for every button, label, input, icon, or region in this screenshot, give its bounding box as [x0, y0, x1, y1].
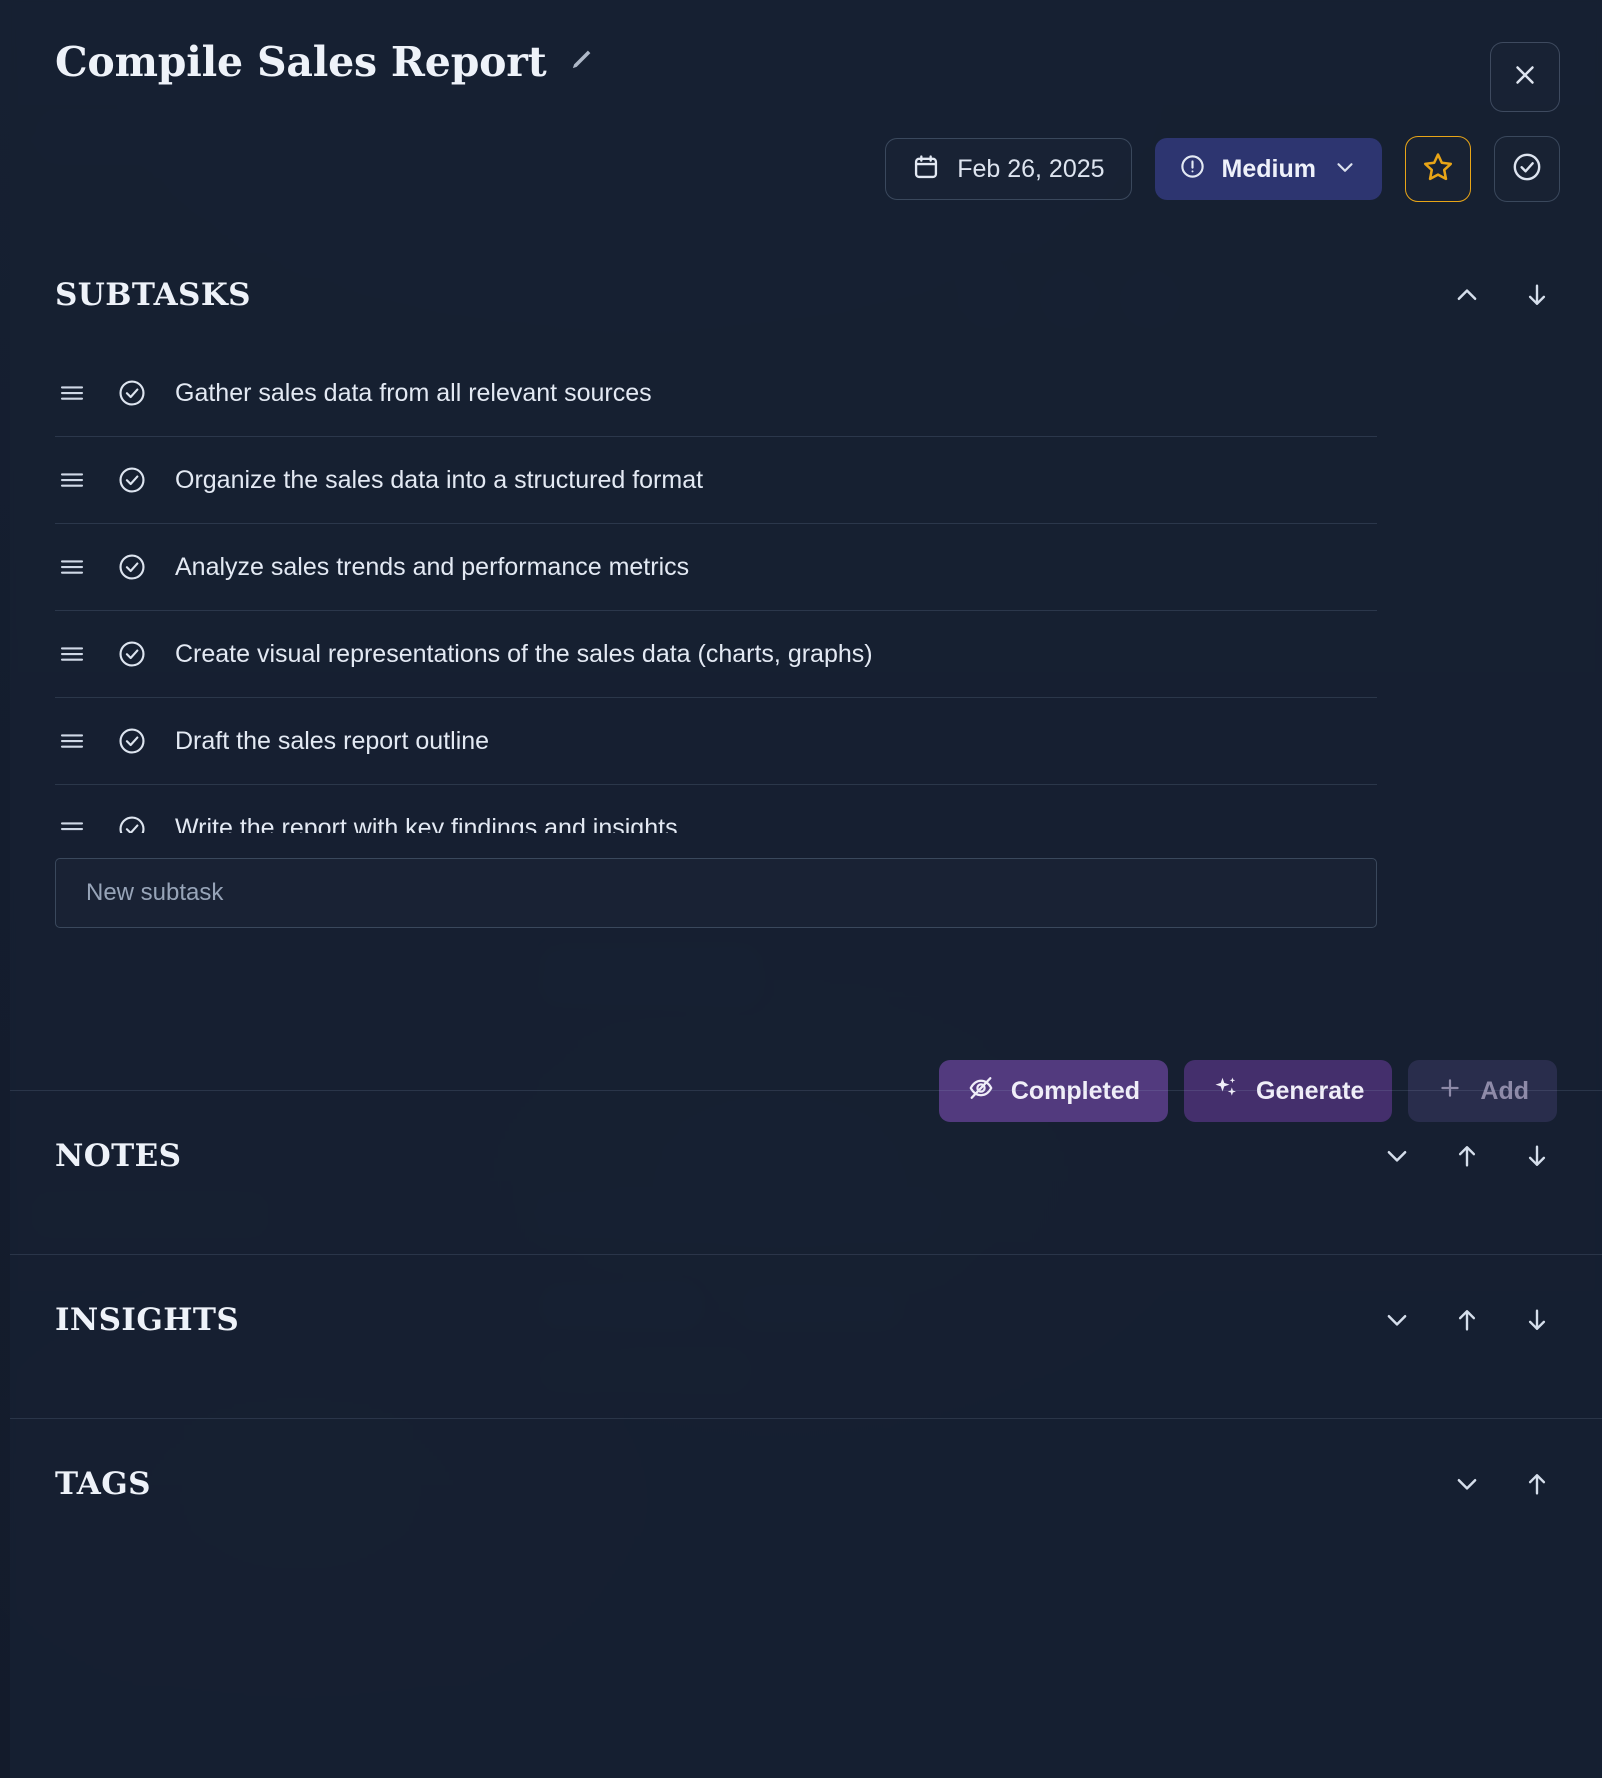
insights-section-header: INSIGHTS [10, 1288, 1602, 1352]
chevron-down-icon[interactable] [1377, 1136, 1417, 1176]
close-icon [1510, 60, 1540, 95]
subtasks-section-header: SUBTASKS [10, 262, 1602, 328]
title-row: Compile Sales Report [55, 38, 596, 86]
task-meta-row: Feb 26, 2025 Medium [885, 136, 1560, 202]
check-circle-icon[interactable] [114, 725, 150, 757]
insights-heading: INSIGHTS [55, 1302, 240, 1338]
subtask-label: Create visual representations of the sal… [175, 639, 873, 668]
subtask-label: Gather sales data from all relevant sour… [175, 378, 652, 407]
task-detail-panel: Compile Sales Report Feb 26, 2025 Medium… [10, 0, 1602, 1778]
generate-button[interactable]: Generate [1184, 1060, 1393, 1122]
table-row[interactable]: Write the report with key findings and i… [55, 785, 1377, 833]
drag-handle-icon[interactable] [55, 465, 89, 495]
notes-section-header: NOTES [10, 1124, 1602, 1188]
subtask-label: Analyze sales trends and performance met… [175, 552, 690, 581]
section-divider [10, 1254, 1602, 1255]
tags-heading: TAGS [55, 1466, 151, 1502]
generate-label: Generate [1256, 1076, 1365, 1105]
check-circle-icon[interactable] [114, 377, 150, 409]
subtask-label: Draft the sales report outline [175, 726, 490, 755]
sparkles-icon [1212, 1074, 1240, 1109]
priority-select[interactable]: Medium [1154, 138, 1382, 200]
priority-value: Medium [1221, 154, 1316, 183]
table-row[interactable]: Draft the sales report outline [55, 698, 1377, 785]
add-subtask-label: Add [1480, 1076, 1529, 1105]
section-divider [10, 1090, 1602, 1091]
close-button[interactable] [1490, 42, 1560, 112]
table-row[interactable]: Create visual representations of the sal… [55, 611, 1377, 698]
drag-handle-icon[interactable] [55, 639, 89, 669]
drag-handle-icon[interactable] [55, 378, 89, 408]
arrow-down-icon[interactable] [1517, 1300, 1557, 1340]
task-detail-app: Compile Sales Report Feb 26, 2025 Medium… [0, 0, 1602, 1778]
calendar-icon [912, 153, 940, 186]
check-circle-icon[interactable] [114, 638, 150, 670]
page-title: Compile Sales Report [55, 38, 547, 86]
toggle-completed-button[interactable]: Completed [938, 1060, 1168, 1122]
drag-handle-icon[interactable] [55, 552, 89, 582]
new-subtask-input[interactable] [55, 858, 1377, 928]
chevron-up-icon[interactable] [1447, 275, 1487, 315]
chevron-down-icon[interactable] [1377, 1300, 1417, 1340]
subtask-label: Organize the sales data into a structure… [175, 465, 704, 494]
arrow-down-icon[interactable] [1517, 275, 1557, 315]
table-row[interactable]: Analyze sales trends and performance met… [55, 524, 1377, 611]
arrow-up-icon[interactable] [1517, 1464, 1557, 1504]
plus-icon [1436, 1074, 1464, 1109]
toggle-completed-label: Completed [1010, 1076, 1140, 1105]
add-subtask-button[interactable]: Add [1408, 1060, 1557, 1122]
tags-section-header: TAGS [10, 1452, 1602, 1516]
check-circle-icon[interactable] [114, 464, 150, 496]
check-circle-icon [1510, 150, 1544, 189]
tags-controls [1447, 1464, 1557, 1504]
notes-controls [1377, 1136, 1557, 1176]
due-date-button[interactable]: Feb 26, 2025 [885, 138, 1132, 200]
check-circle-icon[interactable] [114, 551, 150, 583]
eye-off-icon [967, 1074, 995, 1109]
due-date-value: Feb 26, 2025 [957, 154, 1105, 183]
check-circle-icon[interactable] [114, 813, 150, 833]
alert-circle-icon [1179, 153, 1206, 185]
chevron-down-icon [1332, 154, 1358, 185]
drag-handle-icon[interactable] [55, 726, 89, 756]
subtask-actions: Completed Generate Add [938, 1060, 1557, 1122]
section-divider [10, 1418, 1602, 1419]
arrow-up-icon[interactable] [1447, 1136, 1487, 1176]
favorite-button[interactable] [1405, 136, 1471, 202]
subtasks-heading: SUBTASKS [55, 277, 251, 313]
insights-controls [1377, 1300, 1557, 1340]
subtasks-controls [1447, 275, 1557, 315]
drag-handle-icon[interactable] [55, 814, 89, 834]
pencil-icon[interactable] [566, 45, 596, 80]
chevron-down-icon[interactable] [1447, 1464, 1487, 1504]
subtask-list[interactable]: Gather sales data from all relevant sour… [55, 350, 1377, 833]
mark-complete-button[interactable] [1494, 136, 1560, 202]
table-row[interactable]: Gather sales data from all relevant sour… [55, 350, 1377, 437]
arrow-down-icon[interactable] [1517, 1136, 1557, 1176]
subtask-label: Write the report with key findings and i… [175, 814, 678, 833]
panel-header: Compile Sales Report Feb 26, 2025 Medium [10, 0, 1602, 232]
notes-heading: NOTES [55, 1138, 182, 1174]
table-row[interactable]: Organize the sales data into a structure… [55, 437, 1377, 524]
star-icon [1421, 150, 1455, 189]
arrow-up-icon[interactable] [1447, 1300, 1487, 1340]
